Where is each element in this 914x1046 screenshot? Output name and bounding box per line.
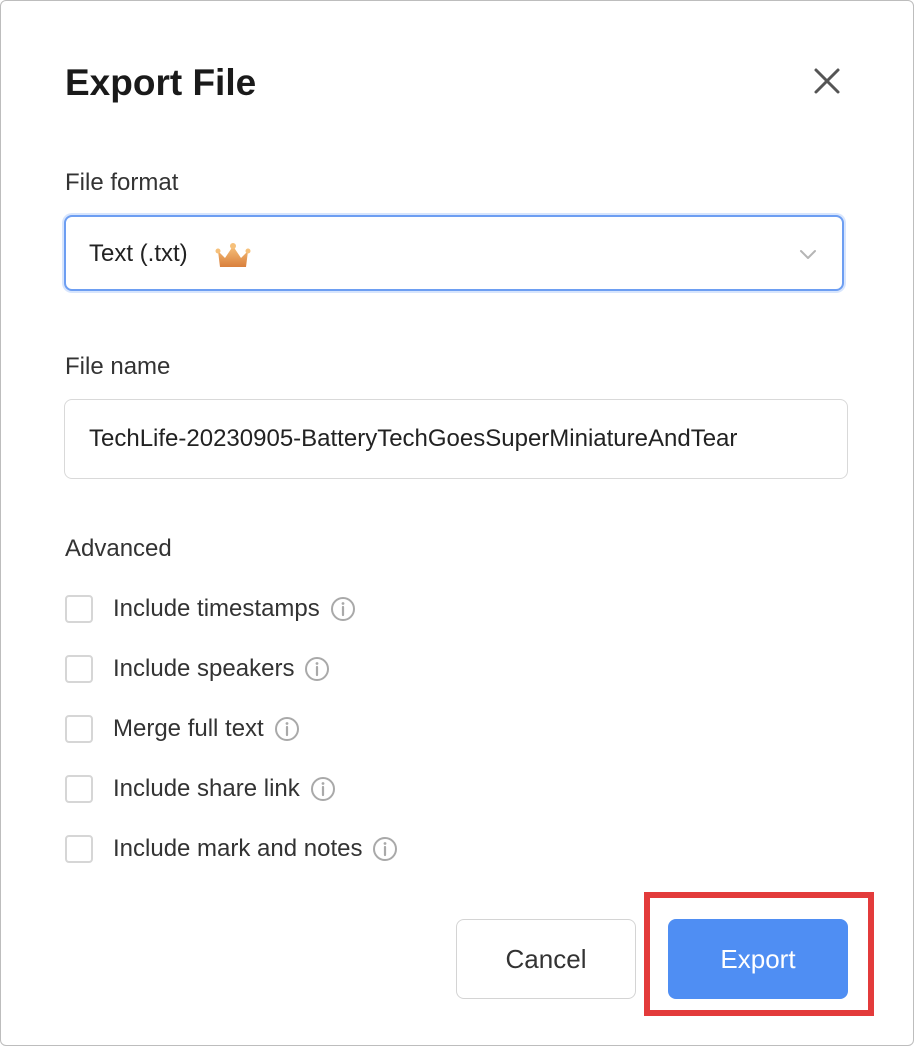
option-label: Include share link bbox=[113, 775, 300, 802]
file-format-select[interactable]: Text (.txt) bbox=[64, 215, 844, 291]
include-timestamps-checkbox[interactable] bbox=[65, 595, 93, 623]
chevron-down-icon bbox=[800, 250, 816, 259]
merge-full-text-checkbox[interactable] bbox=[65, 715, 93, 743]
include-mark-and-notes-checkbox[interactable] bbox=[65, 835, 93, 863]
dialog-title: Export File bbox=[65, 62, 257, 103]
file-name-label: File name bbox=[65, 353, 171, 380]
cancel-button[interactable]: Cancel bbox=[456, 919, 636, 999]
file-format-value: Text (.txt) bbox=[89, 240, 188, 267]
file-name-input[interactable] bbox=[64, 399, 848, 479]
info-icon[interactable] bbox=[274, 716, 300, 742]
include-speakers-checkbox[interactable] bbox=[65, 655, 93, 683]
option-label: Include speakers bbox=[113, 655, 295, 682]
file-format-label: File format bbox=[65, 169, 179, 196]
info-icon[interactable] bbox=[372, 836, 398, 862]
close-icon bbox=[814, 68, 840, 94]
option-merge-full-text[interactable]: Merge full text bbox=[65, 713, 300, 745]
export-file-dialog: Export File File format Text (.txt) File… bbox=[0, 0, 914, 1046]
option-label: Include timestamps bbox=[113, 595, 320, 622]
info-icon[interactable] bbox=[304, 656, 330, 682]
close-button[interactable] bbox=[807, 61, 847, 101]
option-include-speakers[interactable]: Include speakers bbox=[65, 653, 330, 685]
option-include-timestamps[interactable]: Include timestamps bbox=[65, 593, 356, 625]
option-include-mark-and-notes[interactable]: Include mark and notes bbox=[65, 833, 398, 865]
info-icon[interactable] bbox=[330, 596, 356, 622]
export-button[interactable]: Export bbox=[668, 919, 848, 999]
option-label: Merge full text bbox=[113, 715, 264, 742]
option-include-share-link[interactable]: Include share link bbox=[65, 773, 336, 805]
advanced-label: Advanced bbox=[65, 535, 172, 562]
crown-icon bbox=[215, 243, 251, 267]
info-icon[interactable] bbox=[310, 776, 336, 802]
option-label: Include mark and notes bbox=[113, 835, 363, 862]
include-share-link-checkbox[interactable] bbox=[65, 775, 93, 803]
